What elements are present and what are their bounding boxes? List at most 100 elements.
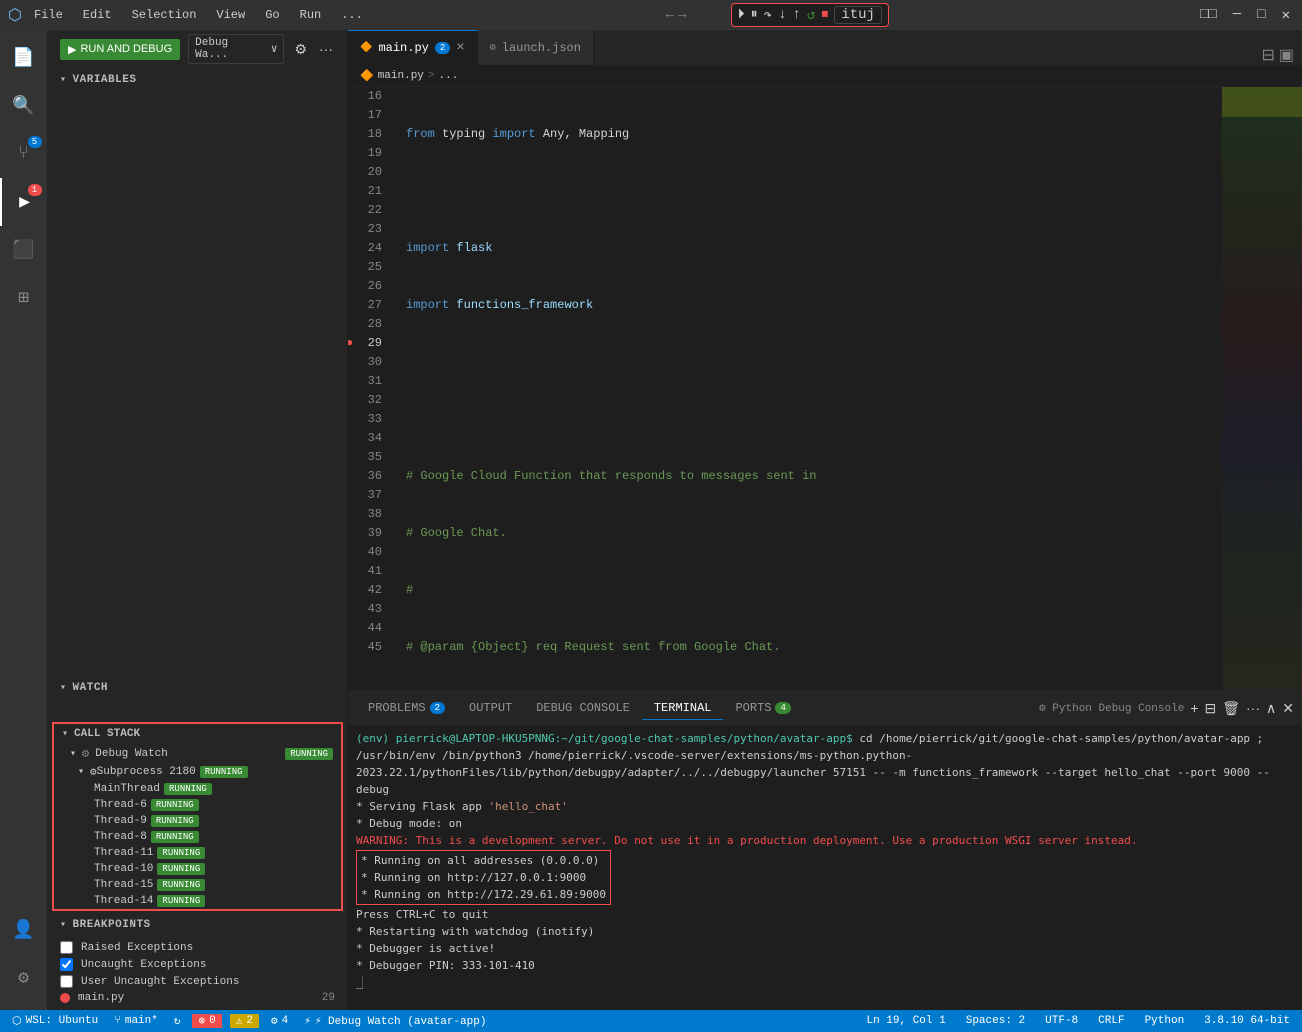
minimap-highlight <box>1222 87 1302 117</box>
statusbar-spaces[interactable]: Spaces: 2 <box>962 1015 1029 1027</box>
launch-json-tab-label: launch.json <box>502 41 581 55</box>
callstack-subprocess-2180[interactable]: ⚙ Subprocess 2180 RUNNING <box>54 763 341 781</box>
tab-problems[interactable]: PROBLEMS 2 <box>356 697 457 719</box>
debug-stop-button[interactable]: ⏹ <box>821 7 828 23</box>
callstack-thread-15[interactable]: Thread-15 RUNNING <box>54 877 341 893</box>
activity-settings[interactable]: ⚙ <box>0 954 48 1002</box>
debug-session-name: ituj <box>834 6 882 24</box>
activity-remote-explorer[interactable]: ⊞ <box>0 274 48 322</box>
tab-terminal[interactable]: TERMINAL <box>642 697 724 720</box>
debug-config-dropdown[interactable]: Debug Wa... ∨ <box>188 34 284 64</box>
debug-settings-button[interactable]: ⚙ <box>292 39 309 60</box>
user-uncaught-exceptions-checkbox[interactable] <box>60 975 73 988</box>
account-icon: 👤 <box>12 919 34 941</box>
activity-extensions[interactable]: ⬛ <box>0 226 48 274</box>
statusbar-encoding[interactable]: UTF-8 <box>1041 1015 1082 1027</box>
tab-output[interactable]: OUTPUT <box>457 697 524 719</box>
callstack-debug-watch[interactable]: ⚙ Debug Watch RUNNING <box>54 744 341 763</box>
statusbar-debug-name[interactable]: ⚡ ⚡ Debug Watch (avatar-app) <box>300 1014 490 1028</box>
tab-ports[interactable]: PORTS 4 <box>723 697 802 719</box>
run-and-debug-button[interactable]: ▶ RUN AND DEBUG <box>60 39 180 60</box>
activity-run-debug[interactable]: ▶ 1 <box>0 178 48 226</box>
toggle-sidebar-button[interactable]: ▣ <box>1279 45 1294 65</box>
layout-button[interactable]: □□ <box>1196 5 1221 25</box>
ln-33: 33 <box>348 410 390 429</box>
statusbar-errors[interactable]: ⊗ 0 <box>192 1014 221 1028</box>
tab-debug-console[interactable]: DEBUG CONSOLE <box>524 697 642 719</box>
callstack-thread-14[interactable]: Thread-14 RUNNING <box>54 893 341 909</box>
new-terminal-button[interactable]: + <box>1190 700 1198 716</box>
debug-pause-button[interactable]: ⏸ <box>751 7 758 23</box>
debug-step-out-button[interactable]: ↑ <box>792 7 800 23</box>
close-button[interactable]: ✕ <box>1278 5 1294 26</box>
activity-account[interactable]: 👤 <box>0 906 48 954</box>
menu-bar: File Edit Selection View Go Run ... <box>30 6 367 24</box>
statusbar-position[interactable]: Ln 19, Col 1 <box>863 1015 950 1027</box>
titlebar: ⬡ File Edit Selection View Go Run ... ← … <box>0 0 1302 30</box>
statusbar-wsl[interactable]: ⬡ WSL: Ubuntu <box>8 1014 102 1028</box>
statusbar-language[interactable]: Python <box>1141 1015 1189 1027</box>
menu-more[interactable]: ... <box>337 6 367 24</box>
uncaught-exceptions-checkbox[interactable] <box>60 958 73 971</box>
minimize-button[interactable]: ─ <box>1229 5 1245 25</box>
code-line-25: # @param {Object} req Request sent from … <box>406 638 1222 657</box>
menu-run[interactable]: Run <box>296 6 326 24</box>
statusbar-debug-threads[interactable]: ⚙ 4 <box>267 1014 292 1028</box>
maximize-button[interactable]: □ <box>1253 5 1269 25</box>
breakpoint-main-py[interactable]: main.py 29 <box>48 990 347 1006</box>
menu-selection[interactable]: Selection <box>128 6 201 24</box>
statusbar-branch[interactable]: ⑂ main* <box>110 1015 162 1027</box>
breakpoint-uncaught-exceptions[interactable]: Uncaught Exceptions <box>48 956 347 973</box>
statusbar-version[interactable]: 3.8.10 64-bit <box>1200 1015 1294 1027</box>
menu-view[interactable]: View <box>212 6 249 24</box>
split-terminal-button[interactable]: ⊟ <box>1205 700 1217 717</box>
callstack-thread-8[interactable]: Thread-8 RUNNING <box>54 829 341 845</box>
code-line-19: import functions_framework <box>406 296 1222 315</box>
activity-source-control[interactable]: ⑂ 5 <box>0 130 48 178</box>
statusbar-warnings[interactable]: ⚠ 2 <box>230 1014 259 1028</box>
variables-section-header[interactable]: VARIABLES <box>48 70 347 90</box>
breakpoint-user-uncaught-exceptions[interactable]: User Uncaught Exceptions <box>48 973 347 990</box>
menu-go[interactable]: Go <box>261 6 283 24</box>
tab-main-py[interactable]: 🔶 main.py 2 × <box>348 30 478 65</box>
navigate-forward-button[interactable]: → <box>678 7 686 23</box>
tab-launch-json[interactable]: ⚙ launch.json <box>478 30 594 65</box>
debug-more-button[interactable]: ··· <box>317 39 335 59</box>
terminal-more-button[interactable]: ··· <box>1246 700 1260 716</box>
main-py-close-button[interactable]: × <box>456 40 464 56</box>
terminal-content[interactable]: (env) pierrick@LAPTOP-HKU5PNNG:~/git/goo… <box>348 726 1302 1010</box>
statusbar-eol[interactable]: CRLF <box>1094 1015 1128 1027</box>
activity-search[interactable]: 🔍 <box>0 82 48 130</box>
menu-file[interactable]: File <box>30 6 67 24</box>
breadcrumb-filename[interactable]: main.py <box>378 70 424 82</box>
split-editor-button[interactable]: ⊟ <box>1261 45 1274 65</box>
watch-section-header[interactable]: WATCH <box>48 678 347 698</box>
debug-restart-button[interactable]: ↺ <box>807 7 815 24</box>
callstack-thread-10[interactable]: Thread-10 RUNNING <box>54 861 341 877</box>
main-py-tab-label: main.py <box>378 41 428 55</box>
breadcrumb: 🔶 main.py > ... <box>348 65 1302 87</box>
debug-continue-button[interactable]: ⏵ <box>738 7 745 23</box>
breakpoint-raised-exceptions[interactable]: Raised Exceptions <box>48 939 347 956</box>
activity-explorer[interactable]: 📄 <box>0 34 48 82</box>
code-content[interactable]: from typing import Any, Mapping import f… <box>398 87 1222 690</box>
callstack-thread-6[interactable]: Thread-6 RUNNING <box>54 797 341 813</box>
terminal-maximize-button[interactable]: ∧ <box>1266 700 1276 717</box>
callstack-thread-11[interactable]: Thread-11 RUNNING <box>54 845 341 861</box>
statusbar-sync[interactable]: ↻ <box>170 1014 185 1028</box>
debug-step-into-button[interactable]: ↓ <box>778 7 786 23</box>
terminal-cursor: █ <box>356 976 363 989</box>
terminal-close-button[interactable]: ✕ <box>1282 700 1294 717</box>
callstack-thread-9[interactable]: Thread-9 RUNNING <box>54 813 341 829</box>
term-line-2: * Serving Flask app 'hello_chat' <box>356 798 1294 815</box>
output-label: OUTPUT <box>469 701 512 715</box>
callstack-mainthread[interactable]: MainThread RUNNING <box>54 781 341 797</box>
kill-terminal-button[interactable]: 🗑 <box>1222 700 1240 717</box>
debug-step-over-button[interactable]: ↷ <box>764 7 772 24</box>
breakpoints-section-header[interactable]: BREAKPOINTS <box>48 915 347 935</box>
call-stack-section: CALL STACK ⚙ Debug Watch RUNNING ⚙ Subpr… <box>52 722 343 911</box>
menu-edit[interactable]: Edit <box>79 6 116 24</box>
navigate-back-button[interactable]: ← <box>666 7 674 23</box>
raised-exceptions-checkbox[interactable] <box>60 941 73 954</box>
call-stack-header[interactable]: CALL STACK <box>54 724 341 744</box>
